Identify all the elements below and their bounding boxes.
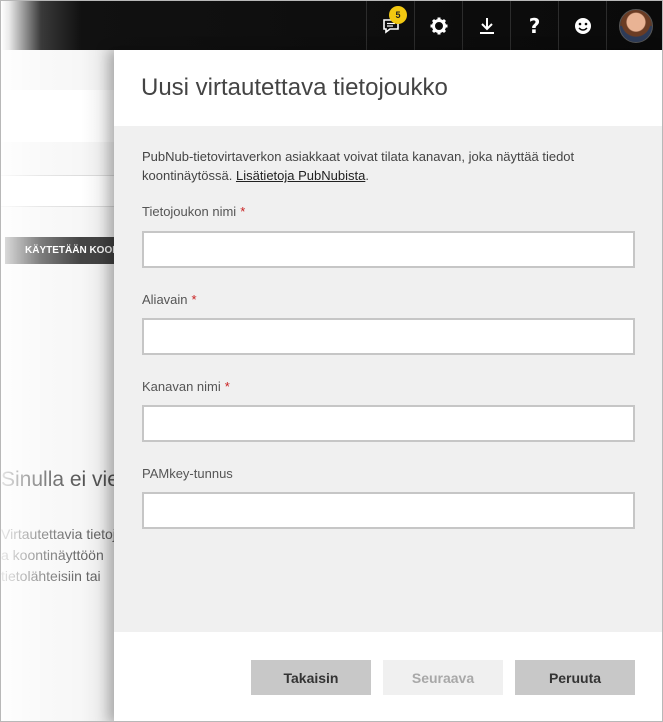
- pamkey-label: PAMkey-tunnus: [142, 466, 233, 481]
- window-frame: 5 ? KÄYTETÄÄN KOO Sinulla ei vi Virtaute…: [0, 0, 663, 722]
- smiley-icon: [573, 16, 593, 36]
- profile-button[interactable]: [606, 1, 662, 50]
- background-heading: Sinulla ei vielä: [1, 468, 116, 491]
- background-text-line: tietolähteisiin tai: [1, 568, 101, 584]
- panel-description: PubNub-tietovirtaverkon asiakkaat voivat…: [142, 149, 575, 183]
- channel-name-input[interactable]: [142, 405, 635, 442]
- notifications-button[interactable]: 5: [366, 1, 414, 50]
- settings-button[interactable]: [414, 1, 462, 50]
- background-page: KÄYTETÄÄN KOONTINÄYTTÖJÄ Sinulla ei viel…: [1, 50, 116, 721]
- pamkey-input[interactable]: [142, 492, 635, 529]
- background-header-strip: [1, 90, 116, 142]
- required-marker: *: [224, 379, 230, 394]
- cancel-button[interactable]: Peruuta: [515, 660, 635, 695]
- download-button[interactable]: [462, 1, 510, 50]
- subscribe-key-input[interactable]: [142, 318, 635, 355]
- background-text-line: a koontinäyttöön: [1, 547, 104, 563]
- background-search-strip: [1, 175, 116, 207]
- dataset-name-input[interactable]: [142, 231, 635, 268]
- notification-count-badge: 5: [389, 6, 407, 24]
- panel-footer: Takaisin Seuraava Peruuta: [114, 632, 662, 721]
- avatar: [618, 8, 653, 43]
- field-label-text: Aliavain: [142, 292, 188, 307]
- required-marker: *: [191, 292, 197, 307]
- help-button[interactable]: ?: [510, 1, 558, 50]
- required-marker: *: [240, 204, 246, 219]
- back-button[interactable]: Takaisin: [251, 660, 371, 695]
- field-label-text: Tietojoukon nimi: [142, 204, 237, 219]
- panel-title: Uusi virtautettava tietojoukko: [141, 74, 448, 101]
- field-label-text: PAMkey-tunnus: [142, 466, 233, 481]
- download-icon: [478, 16, 496, 36]
- field-label-text: Kanavan nimi: [142, 379, 221, 394]
- background-tab: KÄYTETÄÄN KOONTINÄYTTÖJÄ: [5, 237, 116, 264]
- top-bar: 5 ?: [1, 1, 662, 50]
- subscribe-key-label: Aliavain *: [142, 292, 197, 307]
- channel-name-label: Kanavan nimi *: [142, 379, 230, 394]
- new-streaming-dataset-panel: Uusi virtautettava tietojoukko PubNub-ti…: [114, 50, 662, 721]
- next-button[interactable]: Seuraava: [383, 660, 503, 695]
- background-text-line: Virtautettavia tietojoukkoja: [1, 526, 116, 542]
- learn-more-pubnub-link[interactable]: Lisätietoja PubNubista: [236, 168, 365, 183]
- dataset-name-label: Tietojoukon nimi *: [142, 204, 245, 219]
- panel-header: Uusi virtautettava tietojoukko: [114, 50, 662, 126]
- gear-icon: [429, 16, 449, 36]
- feedback-button[interactable]: [558, 1, 606, 50]
- help-icon: ?: [528, 13, 541, 38]
